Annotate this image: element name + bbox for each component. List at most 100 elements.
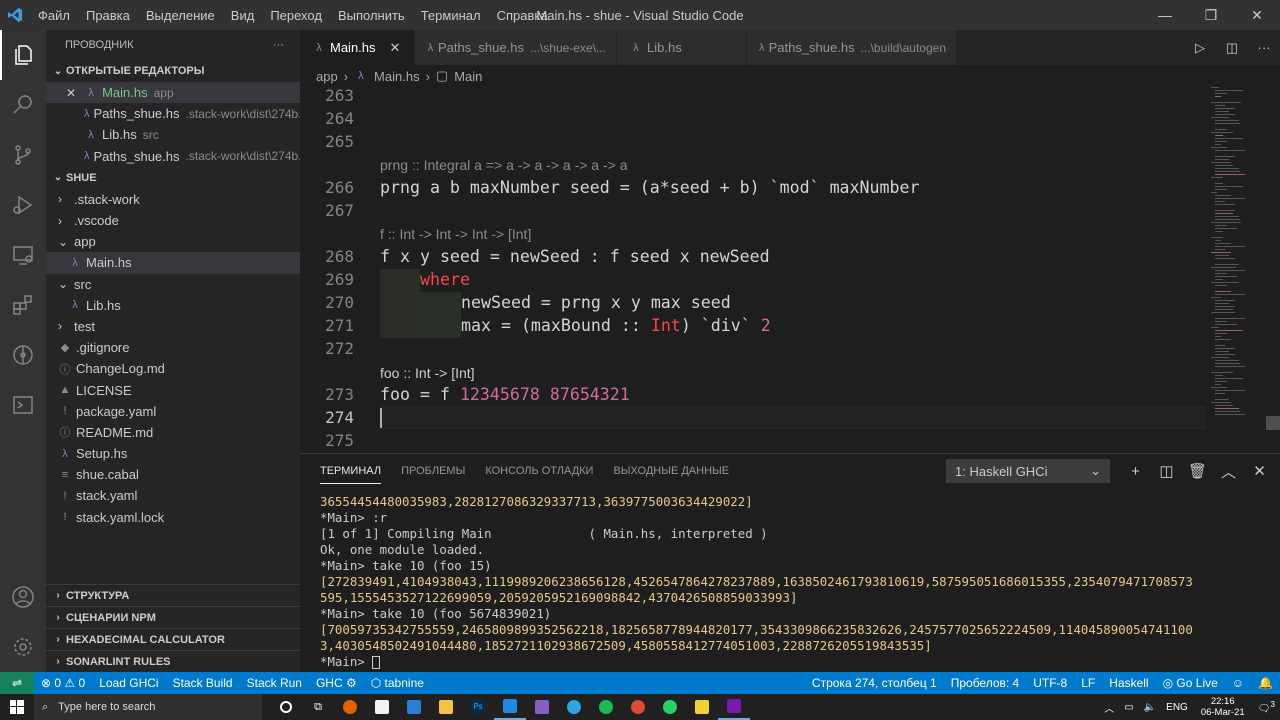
- search-icon[interactable]: [0, 80, 46, 130]
- source-control-icon[interactable]: [0, 130, 46, 180]
- feedback-icon[interactable]: ☺: [1225, 676, 1251, 690]
- tree-item[interactable]: ⓘ README.md: [46, 422, 300, 443]
- panel-tab[interactable]: ТЕРМИНАЛ: [320, 465, 382, 484]
- breadcrumb-file[interactable]: Main.hs: [374, 69, 420, 84]
- close-icon[interactable]: ✕: [66, 86, 76, 100]
- status-item[interactable]: ⬡ tabnine: [364, 676, 431, 690]
- editor-scrollbar[interactable]: [1266, 416, 1280, 430]
- notifications-icon[interactable]: 🗨3: [1253, 699, 1280, 714]
- menu-item[interactable]: Вид: [223, 8, 263, 23]
- code-editor[interactable]: 263 264 265 prng :: Integral a => a -> a…: [300, 87, 1205, 453]
- tree-item[interactable]: › .stack-work: [46, 189, 300, 210]
- minimap[interactable]: [1205, 87, 1265, 453]
- status-item[interactable]: Stack Run: [240, 676, 309, 690]
- open-editor-item[interactable]: λ Lib.hs src: [46, 124, 300, 145]
- tree-item[interactable]: ⓘ ChangeLog.md: [46, 358, 300, 379]
- collapsed-section[interactable]: › СЦЕНАРИИ NPM: [46, 606, 300, 628]
- collapsed-section[interactable]: › SONARLINT RULES: [46, 650, 300, 672]
- remote-explorer-icon[interactable]: [0, 230, 46, 280]
- maximize-panel-icon[interactable]: ︿: [1213, 461, 1244, 482]
- spotify-icon[interactable]: [590, 694, 622, 720]
- code-lens-signature[interactable]: f :: Int -> Int -> Int -> [Int]: [380, 226, 531, 242]
- status-item[interactable]: Пробелов: 4: [944, 676, 1027, 690]
- menu-item[interactable]: Переход: [262, 8, 330, 23]
- new-terminal-icon[interactable]: +: [1120, 463, 1151, 480]
- project-section[interactable]: ⌄ SHUE: [46, 167, 300, 189]
- tab-paths-shue-hs[interactable]: λ Paths_shue.hs ...\shue-exe\...: [415, 30, 617, 65]
- open-editor-item[interactable]: ✕ λ Main.hs app: [46, 82, 300, 104]
- terminal-icon[interactable]: [0, 380, 46, 430]
- cortana-icon[interactable]: [270, 694, 302, 720]
- problems-status[interactable]: ⊗ 0 ⚠ 0: [34, 676, 92, 690]
- more-actions-icon[interactable]: ···: [1248, 40, 1280, 55]
- menu-item[interactable]: Терминал: [413, 8, 489, 23]
- telegram-icon[interactable]: [558, 694, 590, 720]
- split-editor-icon[interactable]: ◫: [1216, 40, 1248, 56]
- account-icon[interactable]: [0, 572, 46, 622]
- status-item[interactable]: GHC ⚙: [309, 676, 364, 690]
- tree-item[interactable]: ⌄ app: [46, 231, 300, 252]
- tree-item[interactable]: ! stack.yaml: [46, 485, 300, 506]
- gitlens-icon[interactable]: [0, 330, 46, 380]
- menu-item[interactable]: Справка: [489, 8, 556, 23]
- file-explorer-icon[interactable]: [430, 694, 462, 720]
- maximize-icon[interactable]: ❐: [1188, 0, 1234, 30]
- tab-lib-hs[interactable]: λ Lib.hs: [617, 30, 747, 65]
- vscode-taskbar-icon[interactable]: [494, 694, 526, 720]
- status-item[interactable]: Haskell: [1102, 676, 1155, 690]
- menu-item[interactable]: Файл: [30, 8, 78, 23]
- photoshop-icon[interactable]: Ps: [462, 694, 494, 720]
- visual-studio-icon[interactable]: [526, 694, 558, 720]
- panel-tab[interactable]: ВЫХОДНЫЕ ДАННЫЕ: [613, 465, 729, 477]
- settings-gear-icon[interactable]: [0, 622, 46, 672]
- minimize-icon[interactable]: —: [1142, 0, 1188, 30]
- open-editors-section[interactable]: ⌄ ОТКРЫТЫЕ РЕДАКТОРЫ: [46, 60, 300, 82]
- tree-item[interactable]: ≡ shue.cabal: [46, 464, 300, 485]
- trash-icon[interactable]: 🗑: [1182, 462, 1213, 480]
- status-item[interactable]: Строка 274, столбец 1: [805, 676, 944, 690]
- status-item[interactable]: UTF-8: [1026, 676, 1074, 690]
- whatsapp-icon[interactable]: [654, 694, 686, 720]
- clock[interactable]: 22:16 06-Mar-21: [1193, 696, 1253, 718]
- tree-item[interactable]: ! stack.yaml.lock: [46, 507, 300, 528]
- tree-item[interactable]: λ Lib.hs: [46, 295, 300, 316]
- tree-item[interactable]: ◆ .gitignore: [46, 337, 300, 358]
- onenote-icon[interactable]: [718, 694, 750, 720]
- close-panel-icon[interactable]: ✕: [1244, 462, 1275, 480]
- mail-icon[interactable]: [398, 694, 430, 720]
- status-item[interactable]: Load GHCi: [92, 676, 165, 690]
- tree-item[interactable]: ! package.yaml: [46, 401, 300, 422]
- windows-start-icon[interactable]: [0, 700, 34, 714]
- breadcrumb-folder[interactable]: app: [316, 69, 338, 84]
- terminal-selector[interactable]: 1: Haskell GHCi ⌄: [946, 459, 1110, 483]
- menu-item[interactable]: Правка: [78, 8, 138, 23]
- chrome-icon[interactable]: [622, 694, 654, 720]
- remote-icon[interactable]: ⇌: [0, 672, 34, 694]
- tree-item[interactable]: ⌄ src: [46, 274, 300, 295]
- taskbar-search[interactable]: ⌕ Type here to search: [34, 694, 262, 720]
- extensions-icon[interactable]: [0, 280, 46, 330]
- code-lens-signature[interactable]: foo :: Int -> [Int]: [380, 365, 475, 381]
- panel-tab[interactable]: ПРОБЛЕМЫ: [401, 465, 465, 477]
- more-actions-icon[interactable]: ···: [273, 39, 284, 51]
- tab-main-hs[interactable]: λ Main.hs ✕: [300, 30, 415, 65]
- code-lens-signature[interactable]: prng :: Integral a => a -> a -> a -> a -…: [380, 157, 627, 173]
- tree-item[interactable]: › test: [46, 316, 300, 337]
- tree-item[interactable]: λ Setup.hs: [46, 443, 300, 464]
- network-icon[interactable]: ▭: [1119, 702, 1138, 713]
- tree-item[interactable]: λ Main.hs: [46, 252, 300, 274]
- app-icon[interactable]: [686, 694, 718, 720]
- close-window-icon[interactable]: ✕: [1234, 0, 1280, 30]
- bell-icon[interactable]: 🔔: [1251, 676, 1280, 690]
- tree-item[interactable]: ▲ LICENSE: [46, 379, 300, 400]
- collapsed-section[interactable]: › СТРУКТУРА: [46, 584, 300, 606]
- terminal-output[interactable]: 36554454480035983,2828127086329337713,36…: [320, 494, 1260, 670]
- explorer-icon[interactable]: [0, 30, 46, 80]
- split-terminal-icon[interactable]: ◫: [1151, 462, 1182, 480]
- task-view-icon[interactable]: ⧉: [302, 694, 334, 720]
- open-editor-item[interactable]: λ Paths_shue.hs .stack-work\dist\274b...: [46, 103, 300, 124]
- keyboard-language[interactable]: ENG: [1161, 702, 1193, 713]
- close-icon[interactable]: ✕: [390, 40, 401, 56]
- breadcrumb-symbol[interactable]: Main: [454, 69, 482, 84]
- firefox-icon[interactable]: [334, 694, 366, 720]
